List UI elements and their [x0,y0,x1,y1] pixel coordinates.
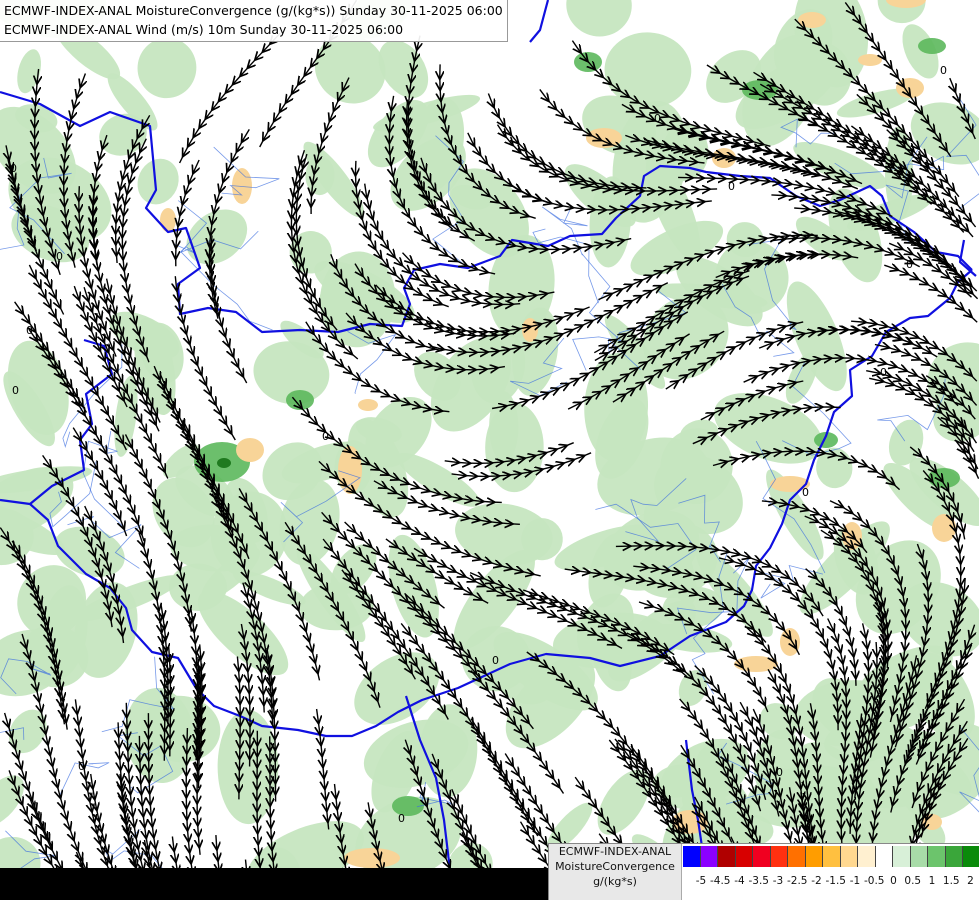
legend-swatch [805,846,823,867]
legend-tick: 1 [928,875,936,887]
legend-swatch [823,846,841,867]
divergence-patch [522,318,538,342]
divergence-patch [160,208,176,232]
legend-swatch [928,846,946,867]
title-moisture-convergence: ECMWF-INDEX-ANAL MoistureConvergence (g/… [4,3,503,18]
zero-contour-label: 0 [492,654,499,667]
legend-swatch [718,846,736,867]
divergence-patch [358,399,378,411]
convergence-max-spot [217,458,231,468]
strong-convergence-spot [918,38,946,54]
legend-unit: g/(kg*s) [593,875,637,888]
legend-swatch [735,846,753,867]
zero-contour-label: 0 [940,64,947,77]
divergence-patch [780,628,800,656]
legend-tick: -2 [811,875,822,887]
legend-swatch [963,846,979,867]
legend-variable: MoistureConvergence [555,860,675,873]
legend-swatch [910,846,928,867]
zero-contour-label: 0 [654,112,661,125]
legend-tick: -1 [849,875,861,887]
zero-contour-label: 0 [880,366,887,379]
zero-contour-label: 0 [776,766,783,779]
legend-swatch [893,846,911,867]
zero-contour-label: 0 [322,430,329,443]
zero-contour-label: 0 [906,258,913,271]
legend-caption: ECMWF-INDEX-ANAL MoistureConvergence g/(… [549,844,682,900]
map-viewer: 0 0 0 0 0 0 0 0 0 0 0 0 0 0 0 0 ECMWF-INDEX-ANAL Moistu… [0,0,979,900]
legend-swatch [945,846,963,867]
weather-map[interactable]: 0 0 0 0 0 0 0 0 0 0 0 0 0 0 0 0 [0,0,979,900]
divergence-patch [586,128,622,148]
legend-swatch [858,846,876,867]
legend-swatch [840,846,858,867]
no-data-band [0,868,548,900]
legend-swatch [683,846,701,867]
legend-tick: -5 [695,875,707,887]
zero-contour-label: 0 [802,486,809,499]
title-wind: ECMWF-INDEX-ANAL Wind (m/s) 10m Sunday 3… [4,22,404,37]
zero-contour-label: 0 [12,384,19,397]
zero-contour-label: 0 [78,760,85,773]
zero-contour-label: 0 [10,162,17,175]
legend-swatch [753,846,771,867]
legend-tick: 1.5 [942,875,960,887]
zero-contour-label: 0 [56,250,63,263]
zero-contour-label: 0 [218,502,225,515]
legend-tick: -4.5 [710,875,731,887]
divergence-patch [344,848,400,868]
legend-swatch [788,846,806,867]
legend-tick: -4 [734,875,745,887]
legend-tick: 0 [890,875,897,887]
legend-tick: -0.5 [864,875,885,887]
legend-swatch [875,846,893,867]
legend-tick-labels: -5 -4.5 -4 -3.5 -3 -2.5 -2 -1.5 -1 -0.5 0 0.5 1 1.5 2 [681,875,979,891]
legend-swatch [700,846,718,867]
legend-tick: 0.5 [904,875,922,887]
zero-contour-label: 0 [26,324,33,337]
strong-convergence-spot [742,80,778,100]
legend-tick: 2 [967,875,974,887]
divergence-patch [858,54,882,66]
legend-swatches [683,846,979,867]
zero-contour-label: 0 [398,812,405,825]
legend-tick: -2.5 [787,875,808,887]
legend-tick: -3 [772,875,784,887]
zero-contour-label: 0 [728,180,735,193]
divergence-patch [236,438,264,462]
legend-tick: -1.5 [825,875,847,887]
map-title-box: ECMWF-INDEX-ANAL MoistureConvergence (g/… [0,0,508,42]
legend-swatch [770,846,788,867]
divergence-patch [338,446,362,494]
legend-tick: -3.5 [748,875,770,887]
color-legend: ECMWF-INDEX-ANAL MoistureConvergence g/(… [548,843,979,900]
legend-model: ECMWF-INDEX-ANAL [558,845,672,858]
